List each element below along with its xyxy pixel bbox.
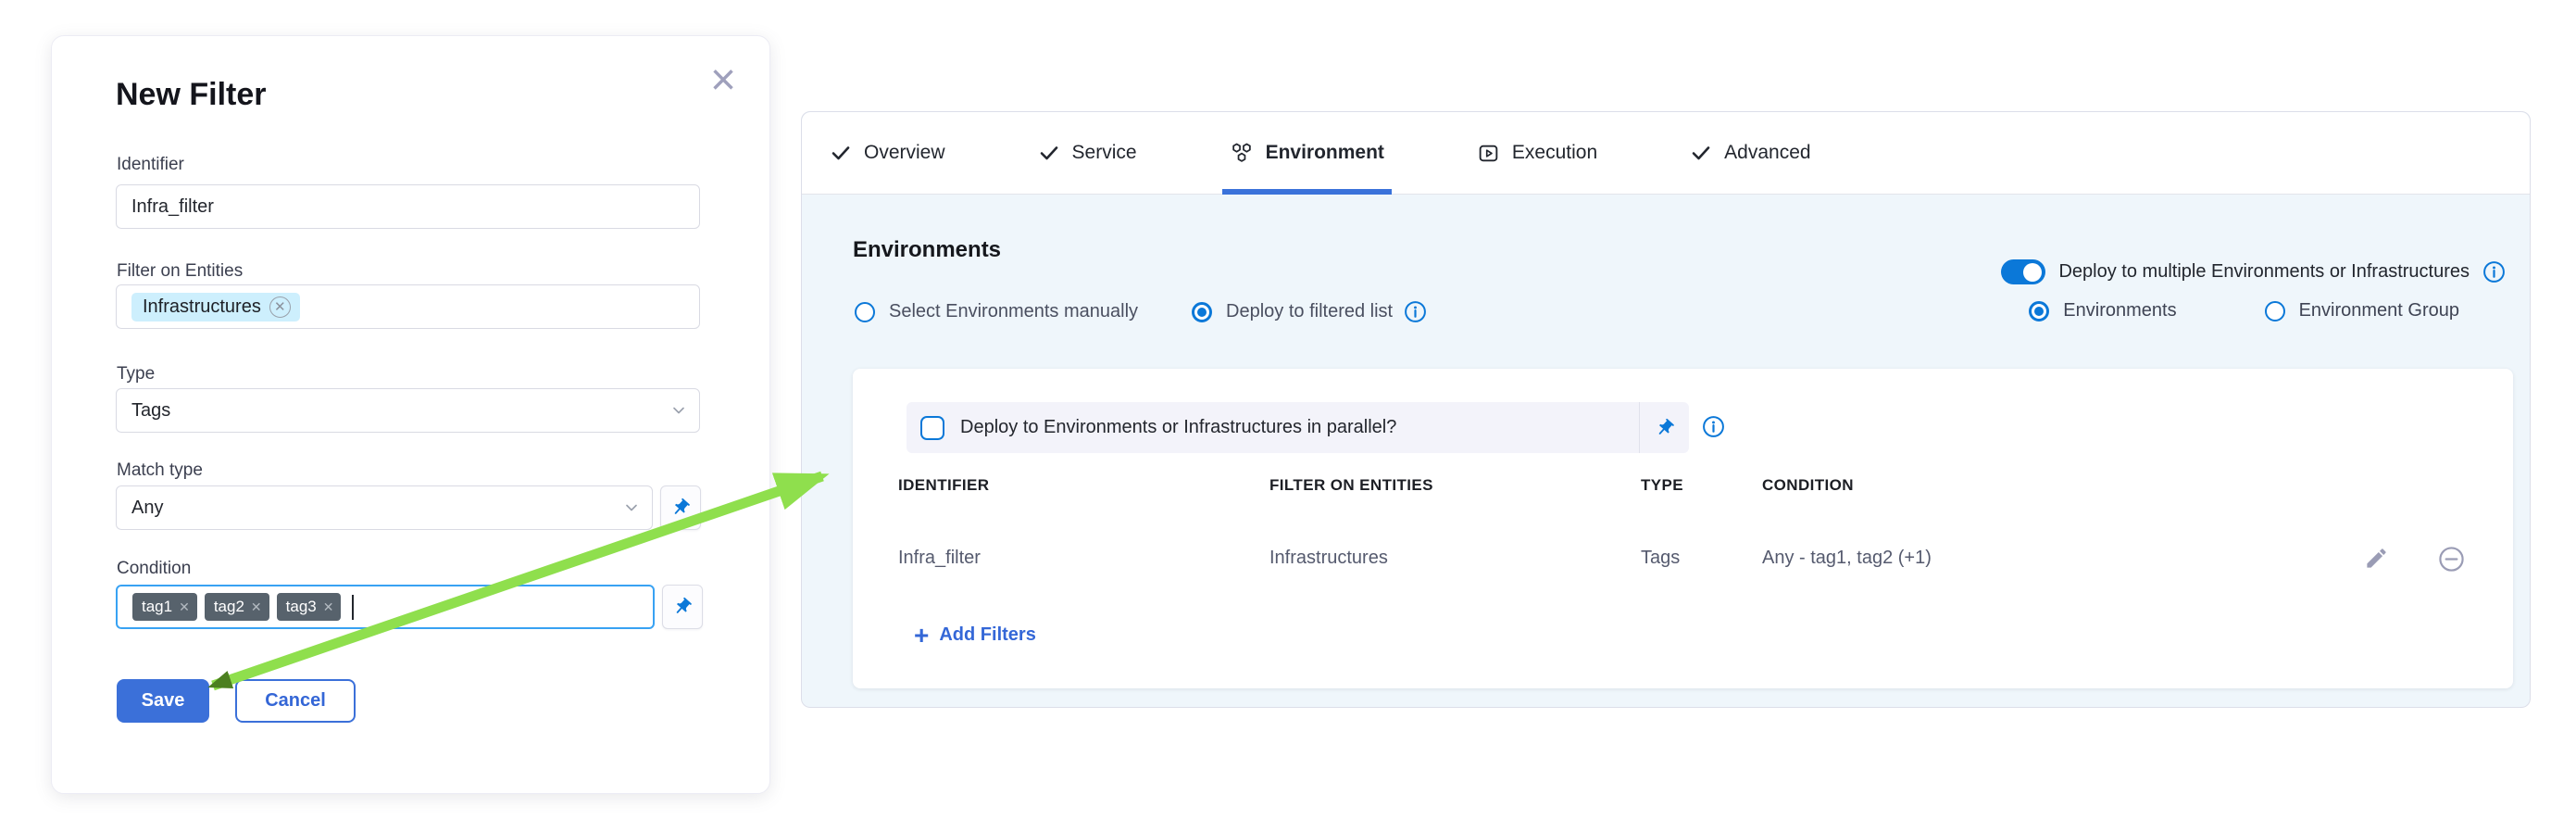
add-filters-button[interactable]: + Add Filters [914,624,1036,646]
col-header-filter-on-entities: FILTER ON ENTITIES [1269,476,1433,495]
pencil-icon [2364,546,2389,571]
row-type: Tags [1641,548,1680,569]
edit-filter-button[interactable] [2364,546,2389,571]
tab-overview[interactable]: Overview [830,112,945,194]
environment-tab-content: Environments Select Environments manuall… [802,195,2530,707]
match-type-select[interactable]: Any [116,485,653,530]
condition-tag: tag3✕ [277,593,342,621]
environment-icon [1230,141,1254,165]
radio-select-manually-label: Select Environments manually [889,301,1138,322]
parallel-label: Deploy to Environments or Infrastructure… [960,417,1396,438]
remove-filter-button[interactable] [2438,546,2465,573]
condition-tag: tag2✕ [205,593,269,621]
radio-environments-label: Environments [2063,300,2176,321]
type-select[interactable]: Tags [116,388,700,433]
radio-environments[interactable] [2029,301,2049,321]
radio-environment-group-label: Environment Group [2299,300,2459,321]
filters-card: Deploy to Environments or Infrastructure… [853,369,2513,688]
tag-remove-icon[interactable]: ✕ [179,599,190,615]
pin-button[interactable] [1639,402,1689,453]
environment-mode-radios: Select Environments manually Deploy to f… [855,300,1427,323]
chevron-down-icon [669,401,688,420]
stage-config-panel: Overview Service Environment [801,111,2531,708]
pin-icon [672,597,693,617]
tag-remove-icon[interactable]: ✕ [251,599,262,615]
tab-advanced[interactable]: Advanced [1690,112,1810,194]
info-icon[interactable] [2482,260,2506,284]
minus-circle-icon [2438,546,2465,573]
condition-label: Condition [117,559,191,579]
match-type-value: Any [131,498,163,519]
save-button[interactable]: Save [117,679,209,723]
identifier-value: Infra_filter [131,196,214,218]
type-label: Type [117,364,155,384]
match-type-label: Match type [117,460,203,481]
check-icon [1038,142,1060,164]
close-icon[interactable]: × [710,58,736,103]
multi-env-toggle[interactable] [2001,259,2045,284]
row-identifier: Infra_filter [898,548,981,569]
info-icon[interactable] [1702,415,1725,438]
info-icon[interactable] [1404,300,1427,323]
col-header-condition: CONDITION [1762,476,1854,495]
plus-icon: + [914,626,929,645]
condition-tag: tag1✕ [132,593,197,621]
identifier-field[interactable]: Infra_filter [116,184,700,229]
type-value: Tags [131,400,170,422]
pin-icon [1655,418,1675,438]
identifier-label: Identifier [117,155,184,175]
env-kind-radios: Environments Environment Group [2029,300,2459,321]
multi-env-toggle-label: Deploy to multiple Environments or Infra… [2058,261,2470,283]
text-caret [352,595,354,620]
row-condition: Any - tag1, tag2 (+1) [1762,548,1932,569]
deploy-parallel-row: Deploy to Environments or Infrastructure… [907,402,1689,453]
pin-icon [670,498,691,518]
execution-icon [1477,142,1500,165]
entities-chip: Infrastructures ✕ [131,293,300,321]
tab-service[interactable]: Service [1038,112,1137,194]
radio-environment-group[interactable] [2265,301,2285,321]
row-filter-on-entities: Infrastructures [1269,548,1388,569]
radio-deploy-filtered-label: Deploy to filtered list [1226,301,1393,322]
cancel-button[interactable]: Cancel [235,679,356,723]
pin-button[interactable] [660,485,701,530]
col-header-type: TYPE [1641,476,1683,495]
multi-env-toggle-row: Deploy to multiple Environments or Infra… [2001,259,2506,284]
new-filter-modal: New Filter × Identifier Infra_filter Fil… [51,35,770,794]
tab-execution[interactable]: Execution [1477,112,1597,194]
radio-deploy-filtered[interactable] [1192,302,1212,322]
chip-remove-icon[interactable]: ✕ [269,296,291,318]
parallel-checkbox[interactable] [920,416,944,440]
pin-button[interactable] [662,585,703,629]
entities-field[interactable]: Infrastructures ✕ [116,284,700,329]
environments-heading: Environments [853,237,1001,263]
screen: New Filter × Identifier Infra_filter Fil… [0,0,2576,832]
chevron-down-icon [622,498,641,517]
condition-input[interactable]: tag1✕ tag2✕ tag3✕ [116,585,655,629]
tag-remove-icon[interactable]: ✕ [323,599,334,615]
modal-title: New Filter [116,77,266,113]
stage-tabbar: Overview Service Environment [802,112,2530,195]
tab-environment[interactable]: Environment [1230,112,1384,194]
col-header-identifier: IDENTIFIER [898,476,989,495]
entities-label: Filter on Entities [117,261,243,282]
check-icon [1690,142,1712,164]
radio-select-manually[interactable] [855,302,875,322]
check-icon [830,142,852,164]
